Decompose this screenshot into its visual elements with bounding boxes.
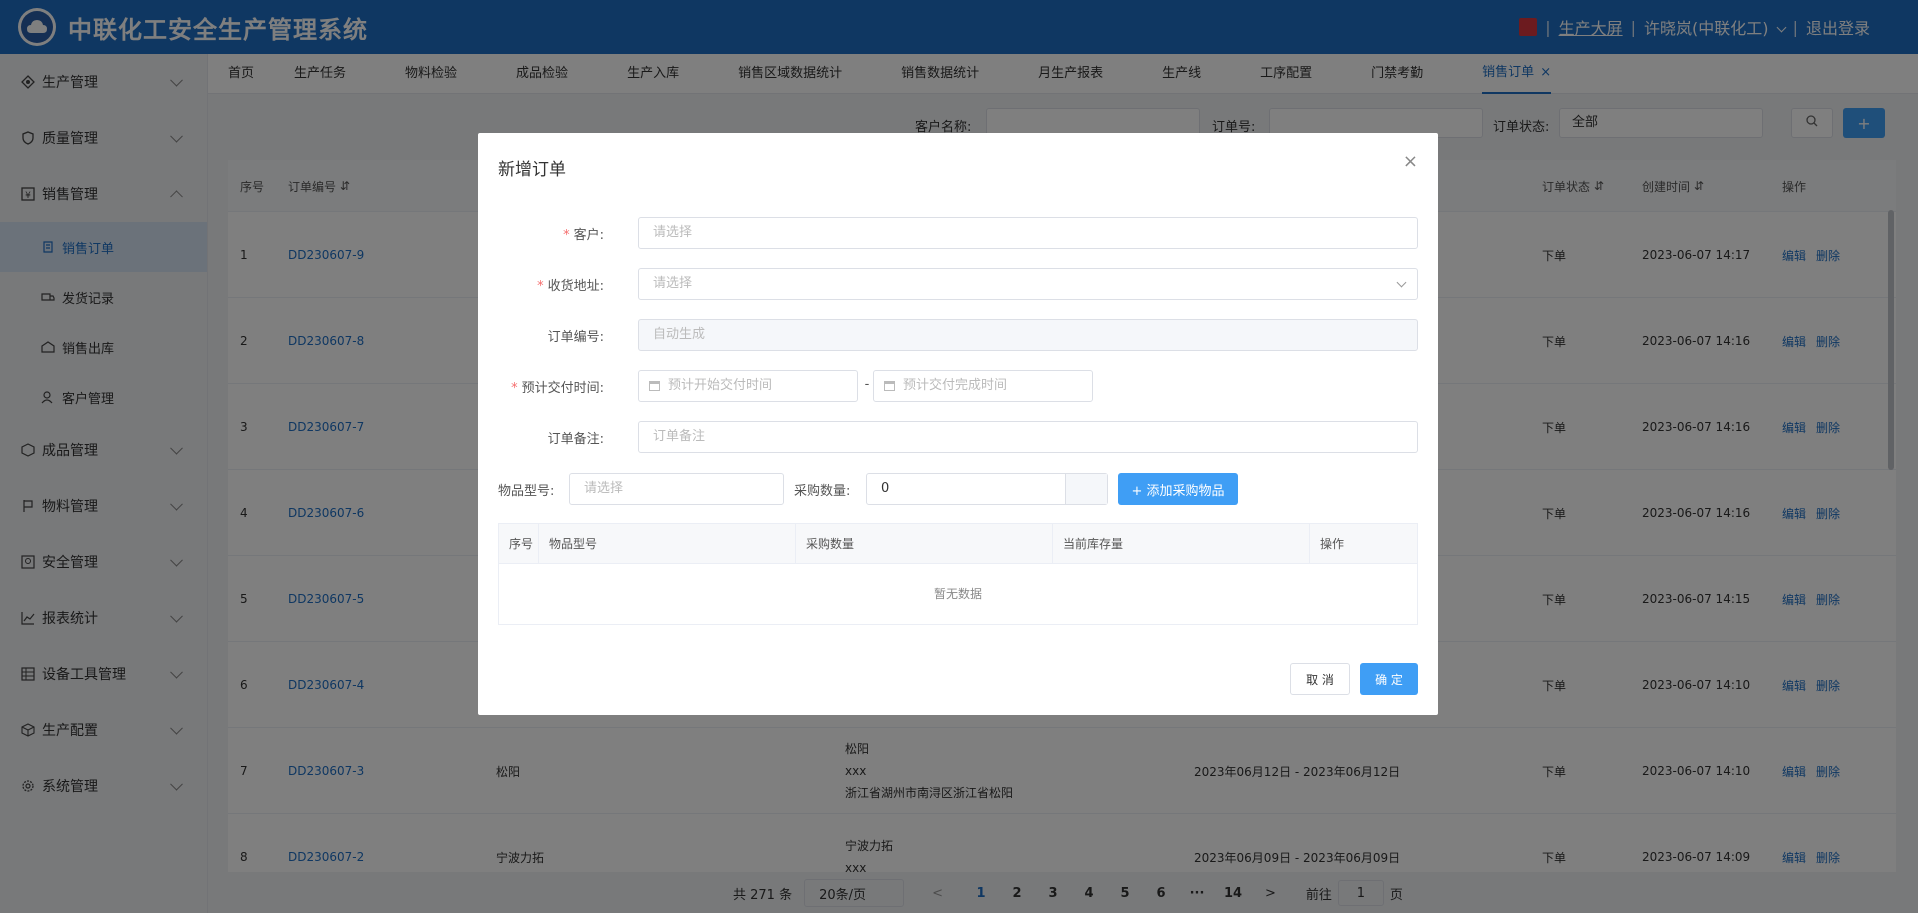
delivery-label: * 预计交付时间: [498, 377, 604, 396]
stepper-controls[interactable] [1065, 474, 1107, 504]
close-icon[interactable]: × [1403, 151, 1418, 172]
label-text: 客户: [573, 228, 604, 243]
placeholder: 预计交付完成时间 [903, 378, 1008, 393]
order-no-input: 自动生成 [638, 319, 1418, 351]
th-model: 物品型号 [539, 524, 796, 564]
delivery-end-date[interactable]: 预计交付完成时间 [873, 370, 1093, 402]
empty-state: 暂无数据 [933, 587, 982, 601]
th-index: 序号 [499, 524, 539, 564]
calendar-icon [884, 380, 895, 391]
chevron-down-icon [1396, 277, 1407, 288]
cancel-button[interactable]: 取 消 [1290, 663, 1350, 695]
customer-select[interactable]: 请选择 [638, 217, 1418, 249]
customer-label: * 客户: [498, 224, 604, 243]
placeholder: 订单备注 [653, 429, 706, 444]
model-select[interactable]: 请选择 [569, 473, 784, 505]
order-no-label: 订单编号: [547, 330, 604, 345]
items-table-header: 序号 物品型号 采购数量 当前库存量 操作 [499, 524, 1417, 564]
placeholder: 预计开始交付时间 [668, 378, 773, 393]
address-label: * 收货地址: [498, 275, 604, 294]
calendar-icon [649, 380, 660, 391]
delivery-start-date[interactable]: 预计开始交付时间 [638, 370, 858, 402]
items-table: 序号 物品型号 采购数量 当前库存量 操作 暂无数据 [498, 523, 1418, 625]
remark-label: 订单备注: [547, 432, 604, 447]
address-select[interactable]: 请选择 [638, 268, 1418, 300]
required-mark: * [511, 381, 518, 396]
placeholder: 自动生成 [653, 327, 706, 342]
label-text: 预计交付时间: [521, 381, 604, 396]
dialog-title: 新增订单 [498, 160, 566, 180]
quantity-label: 采购数量: [794, 484, 851, 499]
add-item-button[interactable]: + 添加采购物品 [1118, 473, 1238, 505]
quantity-value: 0 [881, 481, 890, 496]
new-order-dialog: 新增订单 × * 客户: 请选择 * 收货地址: 请选择 订单编号: 自动生成 * 预… [478, 133, 1438, 715]
label-text: 收货地址: [547, 279, 604, 294]
required-mark: * [563, 228, 570, 243]
model-label: 物品型号: [498, 484, 555, 499]
confirm-button[interactable]: 确 定 [1360, 663, 1418, 695]
range-separator: - [864, 377, 870, 392]
remark-input[interactable]: 订单备注 [638, 421, 1418, 453]
th-stock: 当前库存量 [1053, 524, 1310, 564]
quantity-stepper[interactable]: 0 [866, 473, 1108, 505]
placeholder: 请选择 [653, 276, 693, 291]
required-mark: * [537, 279, 544, 294]
th-quantity: 采购数量 [796, 524, 1053, 564]
th-ops: 操作 [1320, 537, 1345, 551]
placeholder: 请选择 [653, 225, 693, 240]
placeholder: 请选择 [584, 481, 624, 496]
